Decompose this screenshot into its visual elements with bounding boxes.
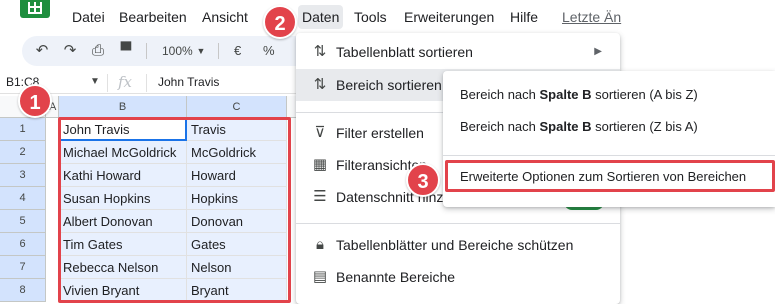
row-header[interactable]: 6 — [0, 233, 46, 256]
menu-tools[interactable]: Tools — [350, 5, 391, 29]
menu-hilfe[interactable]: Hilfe — [506, 5, 542, 29]
last-edit-link[interactable]: Letzte Än — [558, 5, 625, 29]
redo-icon[interactable]: ↷ — [62, 42, 78, 60]
zoom-select[interactable]: 100% — [162, 43, 193, 59]
column-header-c[interactable]: C — [187, 96, 287, 118]
step-badge-3: 3 — [406, 163, 440, 197]
selection-highlight-box — [58, 117, 291, 303]
menu-erweiterungen[interactable]: Erweiterungen — [400, 5, 498, 29]
sort-icon: ⇅ — [313, 76, 327, 93]
menu-datei[interactable]: Datei — [68, 5, 109, 29]
chevron-down-icon[interactable]: ▼ — [196, 42, 206, 60]
menu-item-benannte-bereiche[interactable]: ▤ Benannte Bereiche — [296, 261, 620, 293]
step-badge-1: 1 — [18, 84, 52, 118]
advanced-sort-highlight-box — [445, 160, 775, 192]
filter-views-icon: ▦ — [312, 156, 328, 173]
toolbar: ↶ ↷ ⎙ ▀ 100% ▼ € % — [22, 36, 302, 66]
step-badge-2: 2 — [263, 5, 297, 39]
slicer-icon: ☰ — [313, 188, 327, 205]
percent-format-button[interactable]: % — [263, 43, 275, 59]
currency-format-button[interactable]: € — [234, 43, 241, 59]
paint-format-icon[interactable]: ▀ — [118, 42, 134, 60]
menu-separator — [296, 223, 620, 224]
row-header[interactable]: 7 — [0, 256, 46, 279]
sort-icon: ⇅ — [313, 43, 327, 60]
print-icon[interactable]: ⎙ — [90, 42, 106, 60]
menu-bar: Datei Bearbeiten Ansicht Daten Tools Erw… — [0, 5, 775, 29]
menu-item-tabellenblatt-sortieren[interactable]: ⇅ Tabellenblatt sortieren ▶ — [296, 36, 620, 68]
row-header[interactable]: 4 — [0, 187, 46, 210]
row-header[interactable]: 2 — [0, 141, 46, 164]
row-header[interactable]: 5 — [0, 210, 46, 233]
row-header[interactable]: 3 — [0, 164, 46, 187]
lock-icon: 🔒︎ — [316, 236, 324, 253]
formula-separator — [107, 74, 108, 92]
filter-icon: ⊽ — [314, 124, 326, 141]
submenu-separator — [443, 155, 775, 156]
menu-ansicht[interactable]: Ansicht — [198, 5, 252, 29]
submenu-arrow-icon: ▶ — [594, 46, 602, 57]
submenu-sort-z-a[interactable]: Bereich nach Spalte B sortieren (Z bis A… — [443, 111, 775, 143]
toolbar-separator — [146, 43, 147, 59]
undo-icon[interactable]: ↶ — [34, 42, 50, 60]
named-range-icon: ▤ — [312, 268, 328, 285]
menu-item-schuetzen[interactable]: 🔒︎ Tabellenblätter und Bereiche schützen — [296, 229, 620, 261]
chevron-down-icon[interactable]: ▼ — [90, 76, 100, 87]
column-header-b[interactable]: B — [59, 96, 187, 118]
toolbar-separator — [218, 43, 219, 59]
menu-daten[interactable]: Daten — [298, 5, 344, 29]
menu-bearbeiten[interactable]: Bearbeiten — [115, 5, 191, 29]
row-header[interactable]: 8 — [0, 279, 46, 302]
fx-icon: fx — [118, 73, 133, 91]
formula-input[interactable]: John Travis — [158, 75, 219, 89]
submenu-sort-a-z[interactable]: Bereich nach Spalte B sortieren (A bis Z… — [443, 79, 775, 111]
row-header[interactable]: 1 — [0, 118, 46, 141]
formula-separator — [146, 74, 147, 92]
